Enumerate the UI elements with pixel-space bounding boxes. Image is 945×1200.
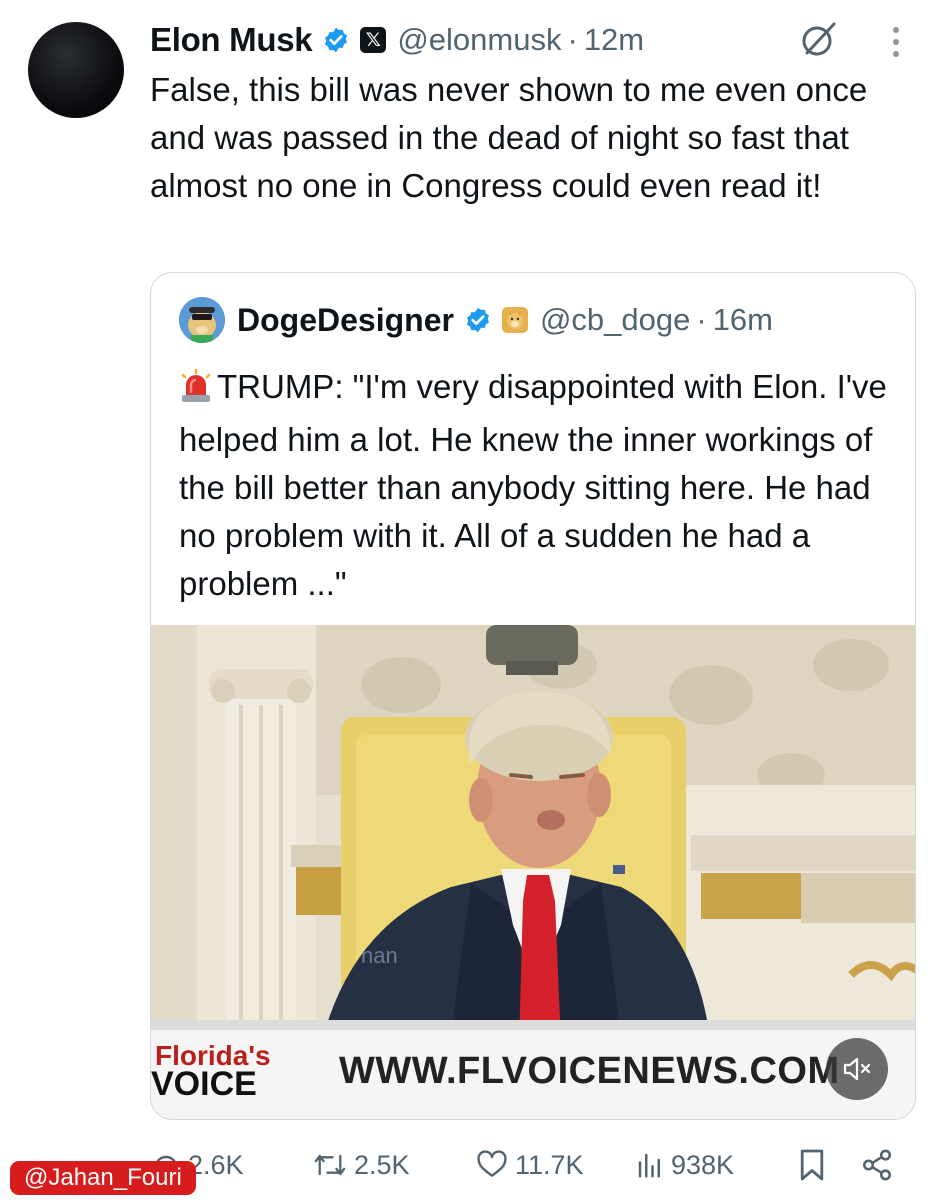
repost-button[interactable]: 2.5K — [312, 1140, 410, 1190]
analytics-icon — [638, 1153, 660, 1178]
quoted-verified-badge-icon — [464, 306, 492, 334]
quoted-tweet-body: TRUMP: "I'm very disappointed with Elon.… — [179, 368, 887, 602]
like-count: 11.7K — [515, 1149, 584, 1180]
views-button[interactable]: 938K — [635, 1140, 734, 1190]
more-options-icon[interactable] — [884, 24, 908, 60]
quoted-tweet-header: DogeDesigner @cb_doge · 16m — [179, 297, 773, 343]
reply-count: 2.6K — [188, 1149, 244, 1180]
banner-url: WWW.FLVOICENEWS.COM — [339, 1050, 840, 1092]
tweet-time[interactable]: 12m — [584, 22, 644, 58]
action-bar: 2.6K 2.5K 11.7K 938K — [150, 1140, 910, 1190]
heart-icon — [477, 1150, 507, 1177]
banner-brand-line2: VOICE — [151, 1065, 257, 1103]
x-affiliation-icon: 𝕏 — [360, 27, 387, 53]
quoted-author-name[interactable]: DogeDesigner — [237, 302, 454, 339]
video-overlay-text: nan — [361, 943, 398, 968]
share-button[interactable] — [860, 1140, 900, 1190]
tweet-header: Elon Musk 𝕏 @elonmusk · 12m — [150, 18, 644, 62]
bookmark-button[interactable] — [798, 1140, 832, 1190]
doge-affiliation-icon — [501, 307, 528, 333]
verified-badge-icon — [322, 26, 350, 54]
repost-count: 2.5K — [354, 1149, 410, 1180]
video-player[interactable]: nan Florida's VOICE WWW.FLVOICENEWS.COM — [151, 625, 915, 1119]
like-button[interactable]: 11.7K — [475, 1140, 584, 1190]
bookmark-icon — [800, 1149, 824, 1181]
separator-dot: · — [567, 22, 578, 57]
tweet-text: False, this bill was never shown to me e… — [150, 71, 868, 204]
author-avatar[interactable] — [28, 22, 124, 118]
mute-button[interactable] — [826, 1038, 888, 1100]
views-count: 938K — [671, 1149, 735, 1180]
share-icon — [862, 1149, 892, 1181]
video-frame: nan Florida's VOICE WWW.FLVOICENEWS.COM — [151, 625, 915, 1119]
author-handle[interactable]: @elonmusk — [397, 22, 561, 58]
quoted-tweet-text: TRUMP: "I'm very disappointed with Elon.… — [179, 363, 899, 608]
quoted-author-avatar[interactable] — [179, 297, 225, 343]
creator-watermark: @Jahan_Fouri — [10, 1161, 196, 1195]
repost-icon — [314, 1154, 346, 1176]
grok-icon[interactable] — [798, 18, 840, 60]
quoted-tweet[interactable]: DogeDesigner @cb_doge · 16m TRUMP: "I'm … — [150, 272, 916, 1120]
quoted-author-handle[interactable]: @cb_doge — [540, 302, 690, 338]
siren-icon — [179, 368, 213, 416]
separator-dot: · — [696, 302, 707, 337]
speaker-muted-icon — [843, 1057, 871, 1081]
author-name[interactable]: Elon Musk — [150, 21, 313, 59]
quoted-tweet-time[interactable]: 16m — [713, 302, 773, 338]
